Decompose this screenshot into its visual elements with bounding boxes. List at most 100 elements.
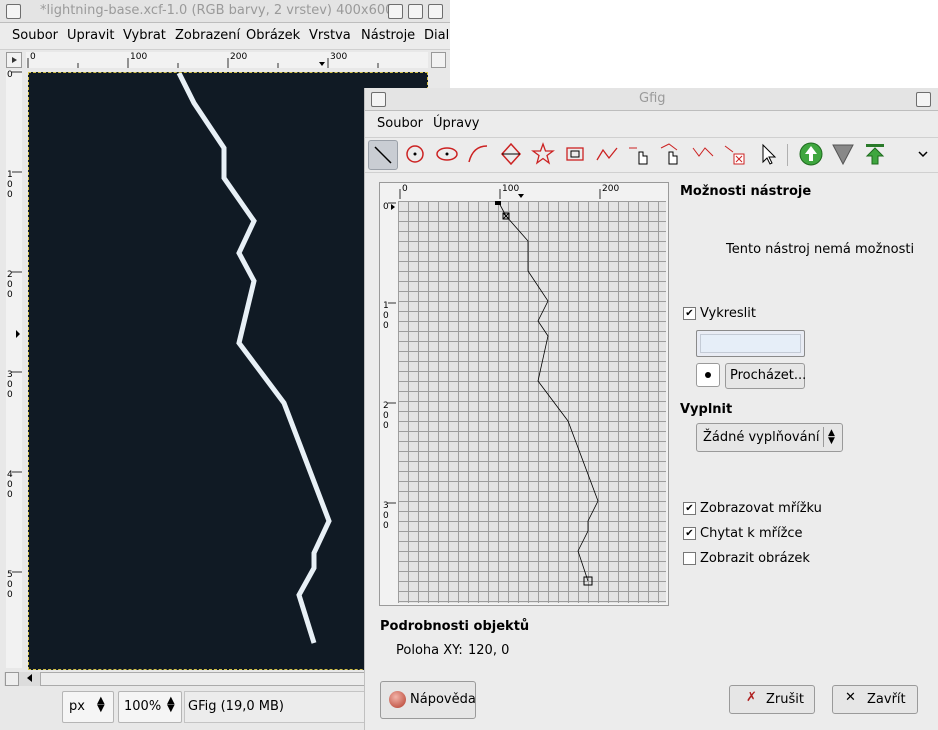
menu-vybrat[interactable]: Vybrat xyxy=(123,28,166,43)
browse-button[interactable]: Procházet... xyxy=(725,363,807,389)
snap-grid-label: Chytat k mřížce xyxy=(700,526,803,541)
arc-tool-icon[interactable] xyxy=(465,140,493,168)
menu-zobrazeni[interactable]: Zobrazení xyxy=(175,28,240,43)
gfig-preview-canvas[interactable] xyxy=(398,201,666,603)
stroke-color-swatch xyxy=(700,334,801,353)
preview-vruler-label: 200 xyxy=(383,401,389,431)
menu-obrazek[interactable]: Obrázek xyxy=(246,28,300,43)
close-button-label: Zavřít xyxy=(867,692,906,707)
stroke-label: Vykreslit xyxy=(700,306,756,321)
menu-vrstva[interactable]: Vrstva xyxy=(309,28,351,43)
circle-tool-icon[interactable] xyxy=(401,140,429,168)
close-button[interactable]: ✕ Zavřít xyxy=(832,685,918,714)
gfig-dialog: Gfig Soubor Úpravy 0 100 200 0 100 200 3… xyxy=(364,88,938,730)
menu-nastroje[interactable]: Nástroje xyxy=(361,28,415,43)
close-icon: ✕ xyxy=(845,690,856,705)
browse-button-label: Procházet... xyxy=(730,368,807,383)
position-value: 120, 0 xyxy=(468,643,510,658)
gfig-titlebar: Gfig xyxy=(365,88,938,111)
close-window-icon[interactable] xyxy=(428,4,443,19)
hruler-label: 200 xyxy=(230,52,248,62)
gfig-menu-upravy[interactable]: Úpravy xyxy=(433,116,479,131)
delete-object-icon[interactable] xyxy=(721,140,749,168)
star-tool-icon[interactable] xyxy=(529,140,557,168)
maximize-icon[interactable] xyxy=(916,92,931,107)
zoom-selector[interactable]: 100% ▲ ▼ xyxy=(118,691,182,723)
brush-preview[interactable] xyxy=(696,363,720,387)
lower-object-icon[interactable] xyxy=(829,140,857,168)
copy-object-icon[interactable] xyxy=(689,140,717,168)
top-object-icon[interactable] xyxy=(861,140,889,168)
unit-selector[interactable]: px ▲ ▼ xyxy=(62,691,114,723)
navigate-icon[interactable] xyxy=(5,672,19,686)
preview-hruler-label: 200 xyxy=(602,184,620,194)
vruler-label: 300 xyxy=(7,370,13,400)
menu-soubor[interactable]: Soubor xyxy=(12,28,58,43)
select-object-icon[interactable] xyxy=(755,140,783,168)
hruler-label: 0 xyxy=(30,52,36,62)
preview-hruler-label: 0 xyxy=(402,184,408,194)
menu-dialogy[interactable]: Dial xyxy=(424,28,449,43)
window-menu-icon[interactable] xyxy=(371,92,386,107)
snap-grid-checkbox[interactable]: ✔ xyxy=(683,527,696,540)
fill-type-select[interactable]: Žádné vyplňování ▲ ▼ xyxy=(696,423,843,452)
show-image-label: Zobrazit obrázek xyxy=(700,551,810,566)
gfig-menu-soubor[interactable]: Soubor xyxy=(377,116,423,131)
tool-options-heading: Možnosti nástroje xyxy=(680,184,812,199)
status-info: GFig (19,0 MB) xyxy=(184,691,366,723)
cancel-icon: ✗ xyxy=(746,690,757,705)
vruler-label: 0 xyxy=(7,70,13,80)
maximize-icon[interactable] xyxy=(408,4,423,19)
help-icon xyxy=(389,691,406,708)
polygon-tool-icon[interactable] xyxy=(497,140,525,168)
gfig-menubar: Soubor Úpravy xyxy=(365,111,938,138)
fill-heading: Vyplnit xyxy=(680,402,733,417)
zoom-value: 100% xyxy=(124,699,162,714)
vertical-ruler: 0 100 200 300 400 500 xyxy=(6,70,22,668)
no-options-text: Tento nástroj nemá možnosti xyxy=(726,242,915,257)
gimp-titlebar: *lightning-base.xcf-1.0 (RGB barvy, 2 vr… xyxy=(0,0,450,23)
more-icon[interactable] xyxy=(913,140,938,168)
scroll-left-icon[interactable] xyxy=(24,672,36,684)
raise-object-icon[interactable] xyxy=(797,140,825,168)
move-object-icon[interactable] xyxy=(625,140,653,168)
bezier-tool-icon[interactable] xyxy=(593,140,621,168)
ellipse-tool-icon[interactable] xyxy=(433,140,461,168)
gimp-window-title: *lightning-base.xcf-1.0 (RGB barvy, 2 vr… xyxy=(40,3,394,18)
preview-vruler-label: 300 xyxy=(383,501,389,531)
spin-arrows-icon: ▲ ▼ xyxy=(97,695,105,714)
ruler-corner-menu-icon[interactable] xyxy=(6,52,22,68)
show-image-checkbox[interactable] xyxy=(683,552,696,565)
position-label: Poloha XY: xyxy=(396,643,463,658)
unit-value: px xyxy=(69,699,85,714)
spin-arrows-icon: ▲ ▼ xyxy=(167,695,175,714)
stroke-checkbox[interactable]: ✔ xyxy=(683,307,696,320)
vruler-label: 200 xyxy=(7,270,13,300)
gfig-title: Gfig xyxy=(639,91,666,106)
cancel-button[interactable]: ✗ Zrušit xyxy=(729,685,815,714)
window-menu-icon[interactable] xyxy=(6,4,21,19)
line-tool-icon[interactable] xyxy=(368,140,398,170)
toolbar-separator xyxy=(787,144,788,166)
move-point-icon[interactable] xyxy=(657,140,685,168)
stroke-label-text: Vykreslit xyxy=(700,306,756,321)
horizontal-ruler: 0 100 200 300 xyxy=(26,52,428,68)
object-details-heading: Podrobnosti objektů xyxy=(380,619,530,634)
help-button-label: Nápověda xyxy=(410,692,476,707)
gfig-preview-frame: 0 100 200 0 100 200 300 xyxy=(379,182,669,606)
stroke-color-button[interactable] xyxy=(696,330,805,357)
cancel-button-label: Zrušit xyxy=(766,692,804,707)
show-grid-checkbox[interactable]: ✔ xyxy=(683,502,696,515)
preview-horizontal-ruler: 0 100 200 xyxy=(398,183,666,199)
gfig-toolbar xyxy=(365,138,938,173)
gimp-menubar: Soubor Upravit Vybrat Zobrazení Obrázek … xyxy=(0,23,450,50)
brush-dot-icon xyxy=(705,372,711,378)
zoom-to-fit-icon[interactable] xyxy=(431,52,446,68)
minimize-icon[interactable] xyxy=(388,4,403,19)
help-button[interactable]: Nápověda xyxy=(380,681,476,719)
menu-upravit[interactable]: Upravit xyxy=(67,28,114,43)
spiral-tool-icon[interactable] xyxy=(561,140,589,168)
preview-vertical-ruler: 0 100 200 300 xyxy=(380,201,396,603)
show-grid-label: Zobrazovat mřížku xyxy=(700,501,822,516)
hruler-label: 100 xyxy=(130,52,148,62)
